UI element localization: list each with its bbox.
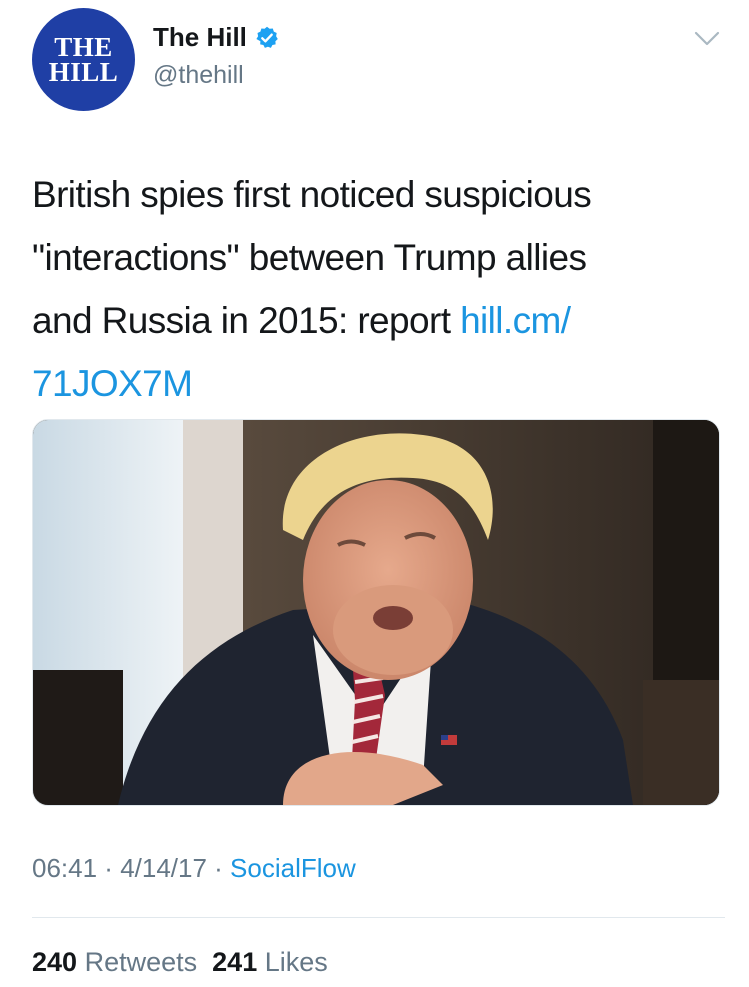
likes-stat[interactable]: 241 Likes [212,947,328,977]
retweets-stat[interactable]: 240 Retweets [32,947,197,977]
account-handle[interactable]: @thehill [153,61,244,90]
tweet-text-line3: and Russia in 2015: report [32,300,461,341]
account-name[interactable]: The Hill [153,22,247,53]
divider [32,917,725,918]
retweets-label: Retweets [84,947,198,977]
verified-badge-icon [256,26,278,48]
avatar-text-line2: HILL [48,56,119,87]
tweet-meta: 06:41 · 4/14/17 · SocialFlow [32,853,356,884]
likes-count: 241 [212,947,258,977]
meta-separator: · [97,853,121,883]
tweet-link-part2[interactable]: 71JOX7M [32,363,193,404]
likes-label: Likes [264,947,328,977]
account-avatar[interactable]: THE HILL [32,8,135,111]
tweet-text-line1: British spies first noticed suspicious [32,174,592,215]
tweet-text: British spies first noticed suspicious "… [32,163,722,415]
tweet-source-link[interactable]: SocialFlow [230,853,356,883]
tweet-photo[interactable] [32,419,720,806]
tweet-date: 4/14/17 [120,853,207,883]
meta-separator-2: · [206,853,231,883]
chevron-down-icon[interactable] [694,31,720,47]
tweet-time: 06:41 [32,853,98,883]
photo-illustration [33,420,719,805]
account-name-row[interactable]: The Hill [153,22,279,53]
retweets-count: 240 [32,947,78,977]
tweet-stats: 240 Retweets 241 Likes [32,947,328,978]
tweet-link-part1[interactable]: hill.cm/ [460,300,571,341]
tweet-text-line2: "interactions" between Trump allies [32,237,587,278]
avatar-text-line1: THE [54,31,113,62]
